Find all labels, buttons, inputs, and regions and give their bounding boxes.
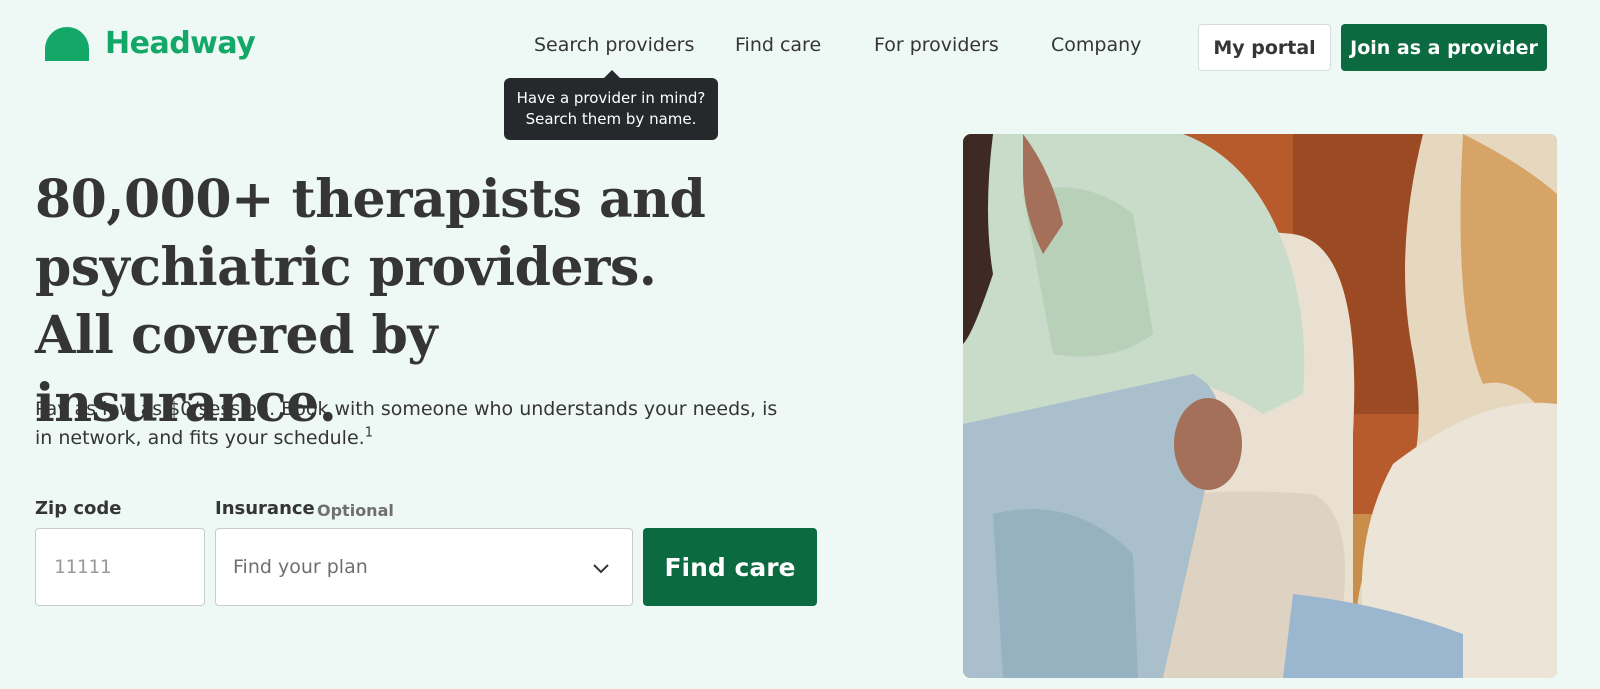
logo-text: Headway [105, 26, 256, 61]
footnote-marker[interactable]: 1 [365, 426, 373, 441]
hero-subtext: Pay as low as $0/session. Book with some… [35, 395, 795, 453]
zip-code-input[interactable] [35, 528, 205, 606]
therapy-session-image [963, 134, 1557, 678]
tooltip-line-1: Have a provider in mind? [516, 89, 706, 107]
nav-find-care[interactable]: Find care [735, 34, 821, 56]
search-providers-tooltip: Have a provider in mind? Search them by … [504, 70, 718, 140]
tooltip-line-2: Search them by name. [525, 110, 697, 128]
zip-code-label: Zip code [35, 498, 122, 519]
nav-company[interactable]: Company [1051, 34, 1141, 56]
nav-search-providers[interactable]: Search providers [534, 34, 694, 56]
headway-logo-icon [45, 26, 89, 61]
chevron-down-icon [593, 564, 609, 574]
insurance-select[interactable]: Find your plan [215, 528, 633, 606]
insurance-placeholder: Find your plan [233, 556, 368, 578]
nav-for-providers[interactable]: For providers [874, 34, 999, 56]
hero-photo [963, 134, 1557, 678]
find-care-button[interactable]: Find care [643, 528, 817, 606]
hero-subtext-body: Pay as low as $0/session. Book with some… [35, 398, 778, 449]
insurance-label: Insurance [215, 498, 315, 519]
headway-logo[interactable]: Headway [45, 26, 256, 61]
my-portal-button[interactable]: My portal [1198, 24, 1331, 71]
join-as-provider-button[interactable]: Join as a provider [1341, 24, 1547, 71]
site-header: Headway Search providers Find care For p… [0, 0, 1600, 96]
insurance-optional-label: Optional [317, 501, 394, 520]
